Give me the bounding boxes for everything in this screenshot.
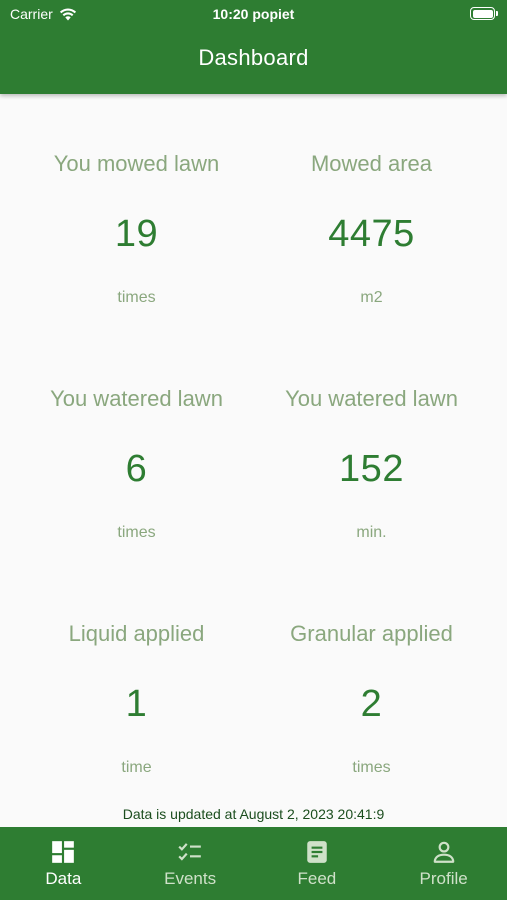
stat-label: You watered lawn: [285, 386, 458, 411]
nav-label: Events: [164, 869, 217, 888]
stats-grid: You mowed lawn 19 times Mowed area 4475 …: [19, 120, 489, 825]
stat-granular-applied: Granular applied 2 times: [254, 590, 489, 825]
nav-item-feed[interactable]: Feed: [254, 827, 381, 900]
stat-label: Liquid applied: [68, 621, 205, 646]
stat-label: Mowed area: [310, 151, 433, 176]
stat-watered-count: You watered lawn 6 times: [19, 355, 254, 590]
dashboard-screen: Carrier 10:20 popiet Dashboard You mowed…: [0, 0, 507, 900]
stat-unit: times: [117, 524, 156, 541]
stat-value: 1: [125, 683, 148, 725]
stat-value: 19: [114, 213, 159, 255]
nav-item-profile[interactable]: Profile: [380, 827, 507, 900]
page-title: Dashboard: [198, 45, 309, 70]
stat-label: You watered lawn: [50, 386, 223, 411]
nav-label: Data: [45, 869, 82, 888]
stat-value: 4475: [328, 213, 415, 255]
article-icon: [307, 841, 327, 863]
stat-mowed-count: You mowed lawn 19 times: [19, 120, 254, 355]
bottom-navigation: Data Events Feed Profile: [0, 827, 507, 900]
nav-label: Profile: [419, 869, 468, 888]
stat-liquid-applied: Liquid applied 1 time: [19, 590, 254, 825]
nav-item-data[interactable]: Data: [0, 827, 127, 900]
checklist-icon: [178, 843, 201, 861]
stat-label: You mowed lawn: [53, 151, 220, 176]
dashboard-icon: [52, 841, 75, 863]
status-time: 10:20 popiet: [212, 6, 295, 22]
stat-watered-minutes: You watered lawn 152 min.: [254, 355, 489, 590]
stat-mowed-area: Mowed area 4475 m2: [254, 120, 489, 355]
stat-unit: times: [117, 289, 156, 306]
nav-item-events[interactable]: Events: [127, 827, 254, 900]
stat-unit: time: [121, 759, 152, 776]
stat-value: 152: [339, 448, 404, 490]
last-updated-text: Data is updated at August 2, 2023 20:41:…: [122, 806, 385, 822]
person-icon: [433, 841, 454, 863]
stat-value: 2: [360, 683, 383, 725]
battery-icon: [470, 7, 498, 20]
stat-unit: times: [352, 759, 391, 776]
stat-unit: min.: [356, 524, 387, 541]
stat-unit: m2: [360, 289, 383, 306]
stat-label: Granular applied: [290, 621, 453, 646]
nav-label: Feed: [297, 869, 337, 888]
stat-value: 6: [125, 448, 148, 490]
app-bar: Carrier 10:20 popiet Dashboard: [0, 0, 507, 94]
